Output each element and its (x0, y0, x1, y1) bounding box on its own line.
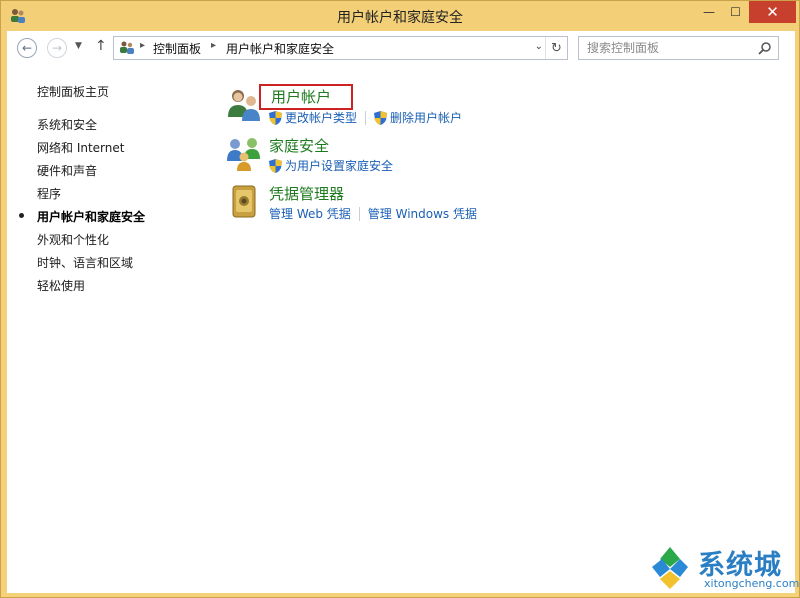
address-dropdown-button[interactable]: ⌄ (535, 41, 543, 52)
content-area: 控制面板主页 系统和安全 网络和 Internet 硬件和声音 程序 用户帐户和… (7, 65, 795, 593)
navigation-bar: ← → ▼ ↑ ▸ 控制面板 ▸ 用户帐户和家庭安全 ⌄ ↻ (7, 31, 795, 65)
uac-shield-icon (269, 158, 282, 173)
breadcrumb-user-accounts[interactable]: 用户帐户和家庭安全 (226, 40, 334, 57)
xitongcheng-logo-icon (652, 547, 688, 589)
sidebar-item-programs[interactable]: 程序 (37, 185, 61, 202)
control-panel-icon (120, 41, 134, 54)
category-title-user-accounts[interactable]: 用户帐户 (259, 84, 354, 110)
sidebar-item-user-accounts[interactable]: 用户帐户和家庭安全 (37, 208, 145, 225)
category-links: 更改帐户类型 删除用户帐户 (269, 109, 462, 126)
breadcrumb-control-panel[interactable]: 控制面板 (153, 40, 201, 57)
watermark: 系统城 xitongcheng.com (646, 541, 800, 595)
sidebar-item-network[interactable]: 网络和 Internet (37, 139, 124, 156)
link-label: 为用户设置家庭安全 (285, 159, 394, 173)
back-button[interactable]: ← (17, 38, 37, 58)
sidebar-item-appearance[interactable]: 外观和个性化 (37, 231, 109, 248)
sidebar-item-clock-language[interactable]: 时钟、语言和区域 (37, 254, 133, 271)
sidebar: 控制面板主页 系统和安全 网络和 Internet 硬件和声音 程序 用户帐户和… (7, 65, 207, 593)
minimize-button[interactable]: — (696, 1, 722, 23)
users-icon[interactable] (225, 87, 263, 125)
forward-button[interactable]: → (47, 38, 67, 58)
search-icon[interactable] (758, 41, 772, 55)
category-links: 管理 Web 凭据 管理 Windows 凭据 (269, 205, 477, 222)
maximize-button[interactable]: ☐ (722, 1, 749, 23)
breadcrumb-separator[interactable]: ▸ (140, 40, 145, 51)
recent-locations-button[interactable]: ▼ (75, 41, 82, 51)
link-label: 删除用户帐户 (390, 111, 463, 125)
category-title-family-safety[interactable]: 家庭安全 (269, 135, 329, 156)
manage-windows-credentials-link[interactable]: 管理 Windows 凭据 (368, 205, 477, 222)
credential-vault-icon[interactable] (225, 183, 263, 221)
close-button[interactable]: ✕ (749, 1, 796, 23)
sidebar-item-hardware[interactable]: 硬件和声音 (37, 162, 97, 179)
search-input[interactable] (579, 37, 759, 59)
title-bar[interactable]: 用户帐户和家庭安全 — ☐ ✕ (1, 1, 799, 31)
refresh-button[interactable]: ↻ (545, 37, 567, 59)
manage-web-credentials-link[interactable]: 管理 Web 凭据 (269, 205, 351, 222)
control-panel-window: 用户帐户和家庭安全 — ☐ ✕ ← → ▼ ↑ ▸ 控制面板 ▸ 用户帐户和家庭… (0, 0, 800, 598)
link-label: 更改帐户类型 (285, 111, 358, 125)
family-safety-icon[interactable] (225, 135, 263, 173)
active-item-bullet (19, 213, 24, 218)
window-title: 用户帐户和家庭安全 (337, 10, 463, 26)
uac-shield-icon (374, 110, 388, 125)
category-links: 为用户设置家庭安全 (269, 157, 393, 174)
change-account-type-link[interactable]: 更改帐户类型 (269, 109, 357, 126)
up-button[interactable]: ↑ (95, 38, 107, 54)
delete-user-account-link[interactable]: 删除用户帐户 (374, 109, 462, 126)
category-title-credential-manager[interactable]: 凭据管理器 (269, 183, 344, 204)
link-divider (358, 206, 360, 221)
sidebar-item-ease-of-access[interactable]: 轻松使用 (37, 277, 85, 294)
link-divider (365, 110, 367, 125)
setup-family-safety-link[interactable]: 为用户设置家庭安全 (269, 157, 393, 174)
uac-shield-icon (269, 110, 282, 125)
breadcrumb-separator[interactable]: ▸ (211, 40, 216, 51)
sidebar-item-system-security[interactable]: 系统和安全 (37, 116, 97, 133)
search-box (578, 36, 779, 60)
sidebar-item-home[interactable]: 控制面板主页 (37, 83, 109, 100)
address-bar[interactable]: ▸ 控制面板 ▸ 用户帐户和家庭安全 ⌄ ↻ (113, 36, 568, 60)
watermark-subtitle: xitongcheng.com (704, 577, 800, 590)
